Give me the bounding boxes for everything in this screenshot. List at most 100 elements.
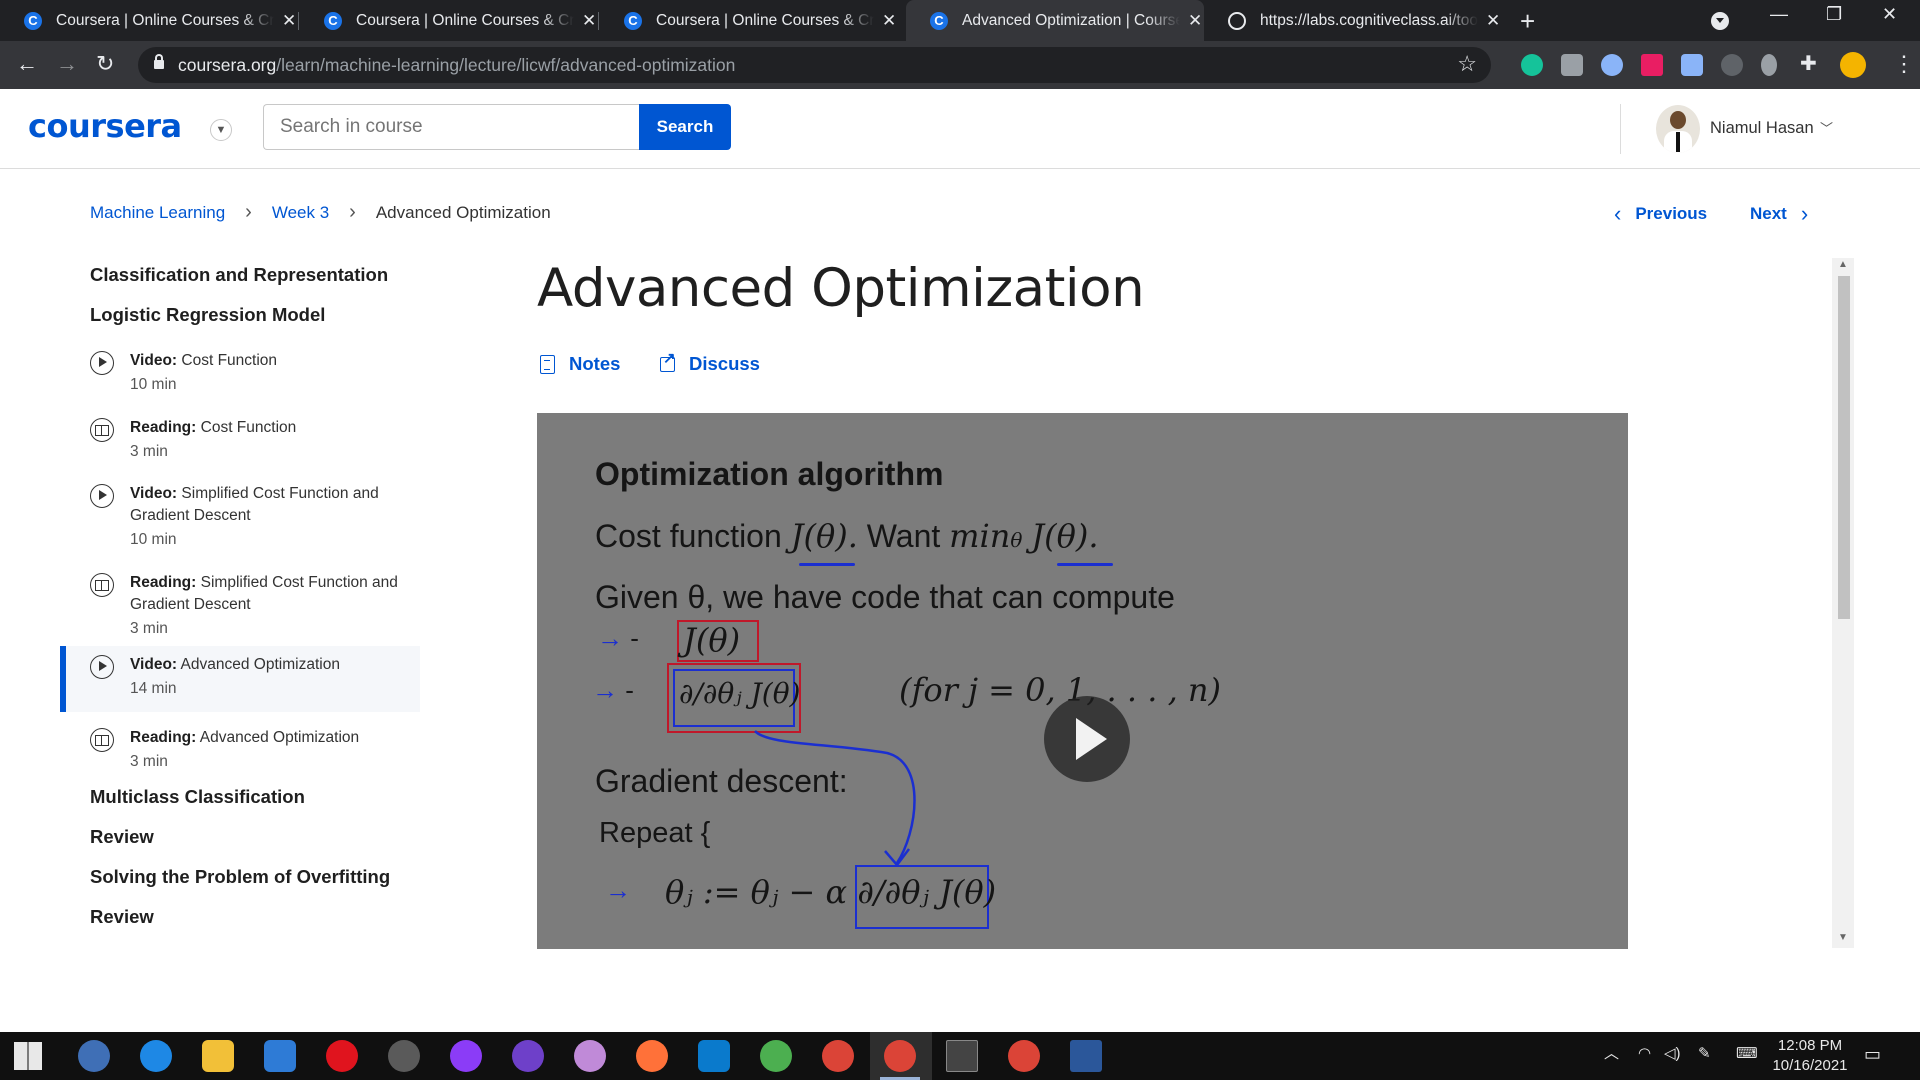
sidebar-item[interactable]: Reading: Advanced Optimization 3 min [60,721,420,781]
github-icon[interactable] [512,1040,544,1072]
chevron-up-icon[interactable]: ︿ [1604,1044,1619,1064]
sidebar-item[interactable]: Video: Cost Function 10 min [60,344,420,404]
tab-title: Coursera | Online Courses & Credentials [356,11,574,29]
back-icon[interactable]: ← [16,51,38,77]
reload-icon[interactable]: ↻ [96,51,114,77]
sidebar-section[interactable]: Solving the Problem of Overfitting [90,866,390,888]
chrome-icon[interactable] [822,1040,854,1072]
word-icon[interactable] [1070,1040,1102,1072]
firefox-icon[interactable] [636,1040,668,1072]
close-tab-icon[interactable]: ✕ [882,11,896,31]
notes-button[interactable]: Notes [540,353,620,375]
breadcrumb-course[interactable]: Machine Learning [90,203,225,223]
edge-icon[interactable] [140,1040,172,1072]
pen-icon[interactable]: ✎ [1698,1044,1711,1064]
volume-icon[interactable]: ◁) [1664,1044,1681,1064]
play-icon [90,351,114,375]
video-player[interactable]: Optimization algorithm Cost function J(θ… [537,413,1628,949]
chrome-menu-icon[interactable]: ⋮ [1893,51,1915,77]
sidebar-section[interactable]: Logistic Regression Model [90,304,325,326]
mail-icon[interactable] [264,1040,296,1072]
browser-tab-active[interactable]: C Advanced Optimization | Coursera ✕ [906,0,1204,41]
tab-title: Coursera | Online Courses & Credentials [56,11,274,29]
coursera-logo[interactable]: coursera [28,107,182,145]
download-extension-icon[interactable] [1681,54,1703,76]
sidebar-section[interactable]: Review [90,906,154,928]
opera-icon[interactable] [326,1040,358,1072]
tab-separator [298,12,299,30]
close-window-icon[interactable]: ✕ [1882,4,1897,25]
app-icon[interactable] [574,1040,606,1072]
grammarly-extension-icon[interactable] [1521,54,1543,76]
globe-icon: G [1228,11,1246,30]
app-icon[interactable] [760,1040,792,1072]
notifications-icon[interactable]: ▭ [1864,1044,1881,1064]
search-input[interactable]: Search in course [263,104,640,150]
slide-line: Repeat { [599,817,711,849]
clock[interactable]: 12:08 PM 10/16/2021 [1770,1036,1850,1076]
puzzle-extensions-icon[interactable]: ✚ [1800,51,1817,76]
close-tab-icon[interactable]: ✕ [1188,11,1202,31]
chrome-icon[interactable] [1008,1040,1040,1072]
browser-tab[interactable]: G https://labs.cognitiveclass.ai/tools ✕ [1204,0,1502,41]
coursera-icon: C [24,11,42,30]
play-button[interactable] [1044,696,1130,782]
badge-extension-icon[interactable] [1641,54,1663,76]
avatar[interactable] [1656,105,1700,153]
sidebar-item[interactable]: Reading: Simplified Cost Function and Gr… [60,566,420,648]
close-tab-icon[interactable]: ✕ [1486,11,1500,31]
ink-arrow-curve [754,730,916,867]
previous-button[interactable]: ‹ Previous [1614,201,1707,227]
app-icon[interactable] [388,1040,420,1072]
tab-search-icon[interactable] [1711,12,1729,30]
messenger-icon[interactable] [450,1040,482,1072]
sidebar-section[interactable]: Multiclass Classification [90,786,305,808]
chevron-down-icon[interactable]: ▼ [210,119,232,141]
close-tab-icon[interactable]: ✕ [282,11,296,31]
terminal-icon[interactable] [946,1040,978,1072]
extension-icon[interactable] [1601,54,1623,76]
file-explorer-icon[interactable] [202,1040,234,1072]
url-text: coursera.org/learn/machine-learning/lect… [178,55,736,75]
scroll-up-icon[interactable]: ▲ [1838,259,1848,270]
book-icon [90,418,114,442]
scrollbar-thumb[interactable] [1838,276,1850,619]
chevron-down-icon[interactable]: ﹀ [1820,118,1833,137]
profile-avatar-icon[interactable] [1840,52,1866,78]
bookmark-star-icon[interactable]: ☆ [1457,51,1477,77]
breadcrumb-current: Advanced Optimization [375,202,551,222]
restore-icon[interactable]: ❐ [1826,4,1842,25]
sidebar-section[interactable]: Classification and Representation [90,264,388,286]
browser-tab[interactable]: C Coursera | Online Courses & Credential… [600,0,898,41]
address-bar[interactable]: coursera.org/learn/machine-learning/lect… [138,47,1491,83]
scroll-down-icon[interactable]: ▼ [1838,932,1848,943]
close-tab-icon[interactable]: ✕ [582,11,596,31]
discuss-button[interactable]: Discuss [660,349,760,375]
sidebar-item-active[interactable]: Video: Advanced Optimization 14 min [60,646,420,712]
chrome-icon[interactable] [884,1040,916,1072]
new-tab-icon[interactable]: + [1520,6,1535,37]
camera-extension-icon[interactable] [1561,54,1583,76]
play-icon [90,655,114,679]
pen-extension-icon[interactable] [1761,54,1777,76]
keyboard-icon[interactable]: ⌨ [1736,1044,1758,1064]
minimize-icon[interactable]: — [1770,4,1788,25]
sidebar-item[interactable]: Video: Simplified Cost Function and Grad… [60,477,420,559]
play-icon [90,484,114,508]
windows-start-icon[interactable] [14,1042,42,1070]
vscode-icon[interactable] [698,1040,730,1072]
browser-tab[interactable]: C Coursera | Online Courses & Credential… [0,0,298,41]
browser-tab[interactable]: C Coursera | Online Courses & Credential… [300,0,598,41]
breadcrumb-week[interactable]: Week 3 [272,203,329,223]
sidebar-section[interactable]: Review [90,826,154,848]
next-button[interactable]: Next › [1750,201,1808,227]
search-button[interactable]: Search [639,104,731,150]
user-name[interactable]: Niamul Hasan [1710,119,1814,138]
browser-toolbar: ← → ↻ coursera.org/learn/machine-learnin… [0,41,1920,89]
coursera-icon: C [624,11,642,30]
forward-icon[interactable]: → [56,51,78,77]
app-icon[interactable] [78,1040,110,1072]
sync-extension-icon[interactable] [1721,54,1743,76]
sidebar-item[interactable]: Reading: Cost Function 3 min [60,411,420,471]
wifi-icon[interactable]: ◠ [1638,1044,1651,1064]
